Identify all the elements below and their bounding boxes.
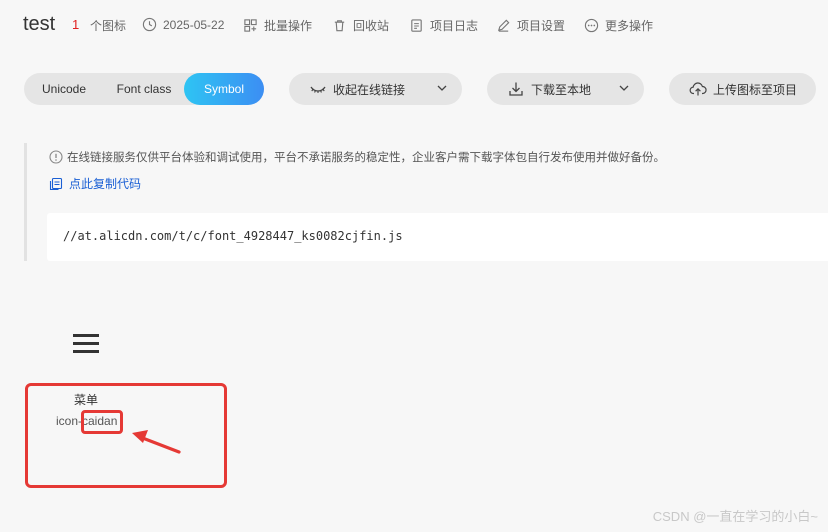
project-header: test 1 个图标 2025-05-22 批量操作 回收站 项目日志 项目设置… (0, 0, 828, 50)
project-title: test (23, 13, 56, 35)
symbol-url-code[interactable]: //at.alicdn.com/t/c/font_4928447_ks0082c… (47, 213, 828, 261)
copy-code-link[interactable]: 点此复制代码 (49, 175, 141, 192)
eye-closed-icon (310, 86, 326, 93)
chevron-down-icon (437, 85, 447, 91)
service-notice-text: 在线链接服务仅供平台体验和调试使用，平台不承诺服务的稳定性，企业客户需下载字体包… (67, 152, 665, 164)
batch-operation-label: 批量操作 (264, 19, 313, 33)
download-icon (509, 82, 523, 96)
download-local-label: 下载至本地 (531, 82, 592, 97)
pen-icon (497, 19, 510, 32)
cloud-upload-icon (689, 82, 707, 96)
annotation-arrow-icon (132, 430, 181, 454)
clock-icon (142, 17, 157, 32)
copy-icon (49, 177, 63, 190)
icon-count: 1 (72, 17, 80, 32)
trash-icon (334, 20, 345, 32)
download-local-button[interactable]: 下载至本地 (487, 73, 644, 105)
date-text: 2025-05-22 (163, 17, 225, 32)
grid-icon (244, 19, 257, 32)
recycle-bin-label: 回收站 (353, 19, 390, 33)
project-log-label: 项目日志 (430, 19, 479, 33)
copy-code-label: 点此复制代码 (69, 177, 142, 191)
hamburger-menu-icon[interactable] (73, 332, 101, 356)
recycle-bin-button[interactable]: 回收站 (332, 17, 389, 34)
toggle-online-link-label: 收起在线链接 (333, 82, 406, 97)
batch-operation-button[interactable]: 批量操作 (243, 17, 312, 34)
tab-symbol[interactable]: Symbol (184, 73, 264, 105)
project-settings-button[interactable]: 项目设置 (496, 17, 565, 34)
upload-icons-button[interactable]: 上传图标至项目 (669, 73, 816, 105)
annotation-highlight (81, 410, 123, 434)
upload-icons-label: 上传图标至项目 (713, 82, 798, 97)
more-operations-label: 更多操作 (605, 19, 654, 33)
toggle-online-link-button[interactable]: 收起在线链接 (289, 73, 462, 105)
document-icon (411, 19, 422, 32)
icon-count-label-text: 个图标 (90, 19, 127, 33)
watermark: CSDN @一直在学习的小白~ (652, 509, 818, 524)
date-info: 2025-05-22 (142, 17, 224, 32)
more-dots-icon (584, 18, 599, 33)
service-notice: 在线链接服务仅供平台体验和调试使用，平台不承诺服务的稳定性，企业客户需下载字体包… (49, 149, 665, 165)
project-settings-label: 项目设置 (517, 19, 566, 33)
online-link-panel: 在线链接服务仅供平台体验和调试使用，平台不承诺服务的稳定性，企业客户需下载字体包… (24, 143, 828, 261)
icon-count-label: 个图标 (90, 17, 126, 34)
tab-font-class[interactable]: Font class (104, 73, 184, 105)
chevron-down-icon (619, 85, 629, 91)
format-tabs: Unicode Font class Symbol (24, 73, 264, 105)
more-operations-button[interactable]: 更多操作 (584, 17, 653, 34)
project-log-button[interactable]: 项目日志 (409, 17, 478, 34)
info-icon (49, 150, 63, 164)
tab-unicode[interactable]: Unicode (24, 73, 104, 105)
